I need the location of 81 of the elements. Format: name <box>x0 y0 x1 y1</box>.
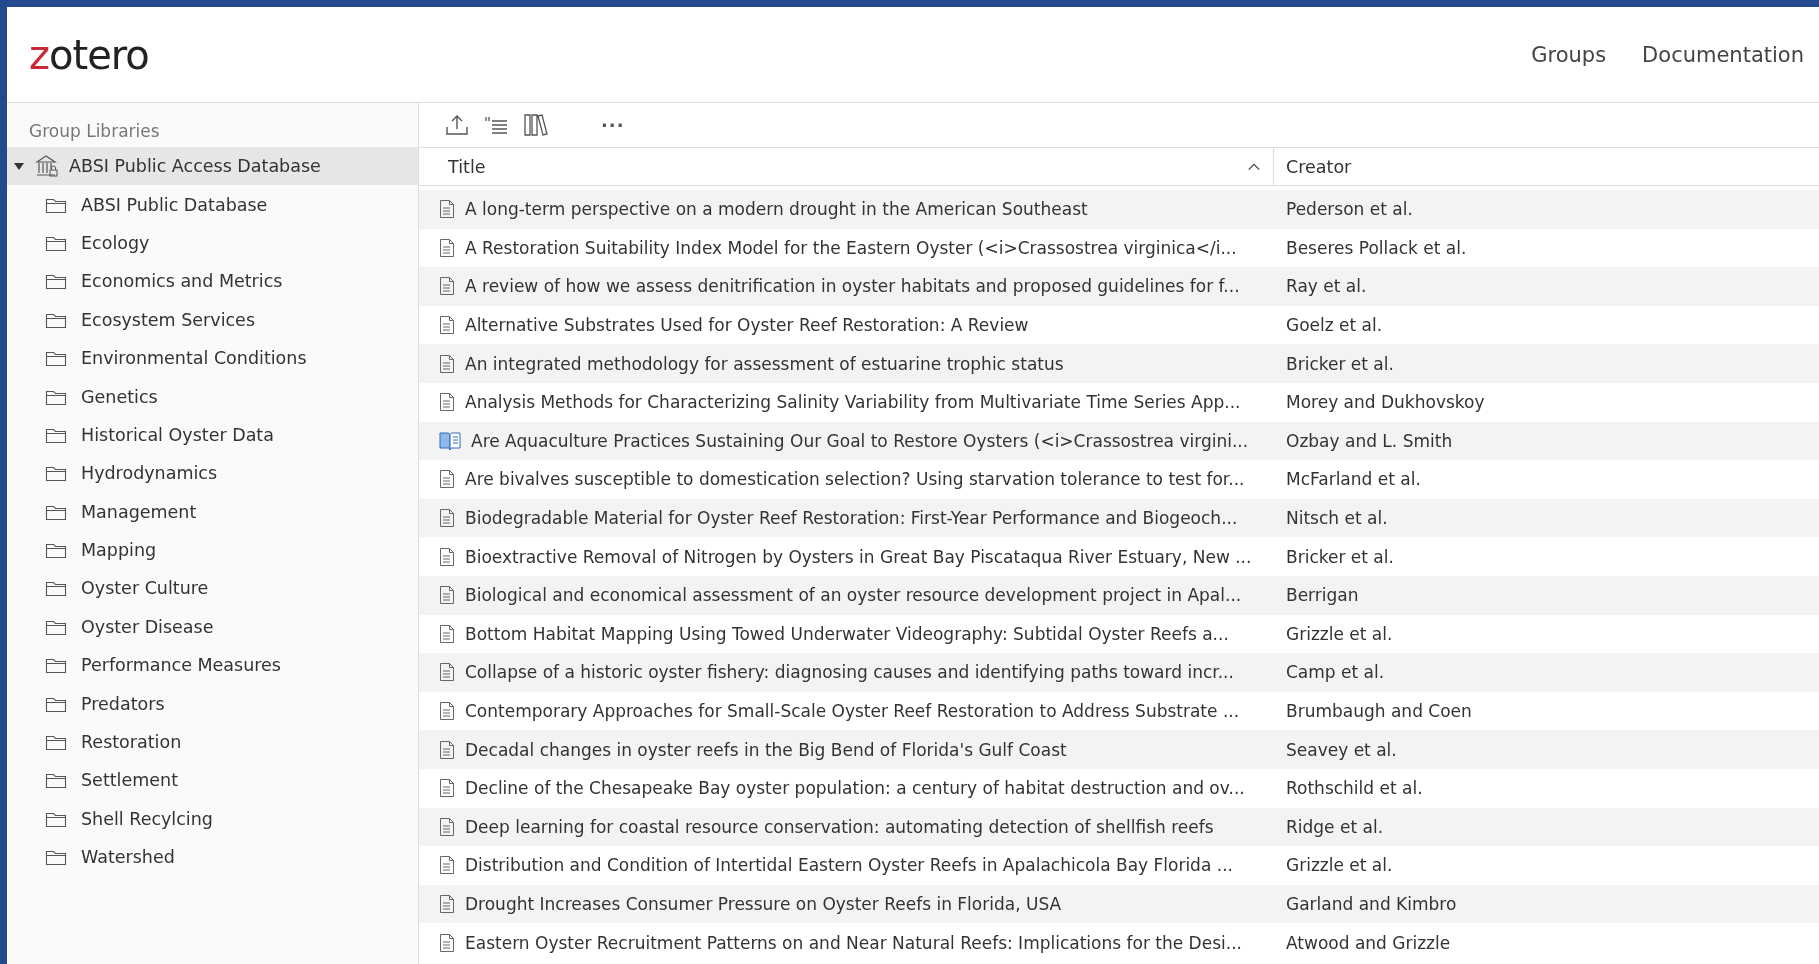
title-cell: Analysis Methods for Characterizing Salinity Variability from Multivariate Time Series App... <box>465 392 1241 413</box>
creator-cell-text: Brumbaugh and Coen <box>1285 701 1473 721</box>
collection-item[interactable]: Oyster Culture <box>7 569 418 608</box>
creator-cell-text: Garland and Kimbro <box>1285 894 1458 914</box>
library-item[interactable]: ABSI Public Access Database <box>7 147 418 186</box>
library-books-icon[interactable] <box>523 113 549 137</box>
collection-item[interactable]: Economics and Metrics <box>7 262 418 301</box>
collection-item[interactable]: Historical Oyster Data <box>7 415 418 455</box>
title-cell: An integrated methodology for assessment of estuarine trophic status <box>465 353 1064 374</box>
creator-cell-text: Berrigan <box>1285 585 1360 606</box>
title-cell: Distribution and Condition of Intertidal Eastern Oyster Reefs in Apalachicola Bay Florida ... <box>465 855 1233 876</box>
more-button[interactable]: ··· <box>601 114 625 136</box>
collection-item[interactable]: Shell Recylcing <box>7 799 418 839</box>
folder-icon <box>45 272 67 291</box>
collection-item[interactable]: Restoration <box>7 722 418 762</box>
collection-item[interactable]: Watershed <box>7 838 418 877</box>
nav-link[interactable]: Documentation <box>1642 42 1804 67</box>
creator-cell-text: Bricker et al. <box>1285 546 1395 567</box>
title-cell: A long-term perspective on a modern drought in the American Southeast <box>465 199 1088 220</box>
creator-cell-text: Goelz et al. <box>1285 315 1384 336</box>
folder-icon <box>45 349 67 368</box>
column-header[interactable]: Creator <box>1274 148 1819 185</box>
collection-item[interactable]: Genetics <box>7 377 418 416</box>
collection-item[interactable]: Mapping <box>7 530 418 570</box>
export-icon[interactable] <box>445 114 469 136</box>
creator-cell-text: Bricker et al. <box>1285 353 1395 374</box>
creator-cell-text: Ozbay and L. Smith <box>1285 430 1454 451</box>
folder-icon <box>45 771 67 790</box>
zotero-logo[interactable]: zotero <box>29 31 149 78</box>
title-cell: Deep learning for coastal resource conservation: automating detection of shellfish reefs <box>465 816 1214 837</box>
title-cell: Alternative Substrates Used for Oyster Reef Restoration: A Review <box>465 315 1029 336</box>
title-cell: Biological and economical assessment of an oyster resource development project in Apal... <box>465 585 1242 606</box>
creator-cell-text: Nitsch et al. <box>1285 508 1389 529</box>
title-cell: Are Aquaculture Practices Sustaining Our Goal to Restore Oysters (<i>Crassostrea virgini... <box>471 430 1249 451</box>
section-heading: Group Libraries <box>28 120 161 143</box>
folder-icon <box>45 579 67 598</box>
column-header[interactable]: Title <box>419 148 1274 185</box>
creator-cell-text: Seavey et al. <box>1285 739 1398 760</box>
title-cell: A review of how we assess denitrification in oyster habitats and proposed guidelines for f... <box>465 276 1240 297</box>
title-cell: Eastern Oyster Recruitment Patterns on and Near Natural Reefs: Implications for the Desi... <box>465 932 1242 953</box>
creator-cell-text: McFarland et al. <box>1285 469 1422 490</box>
collection-item[interactable]: Ecosystem Services <box>7 300 418 339</box>
collection-item[interactable]: Ecology <box>7 223 418 263</box>
creator-cell-text: Ray et al. <box>1285 276 1368 297</box>
creator-cell-text: Atwood and Grizzle <box>1285 932 1452 953</box>
creator-cell-text: Camp et al. <box>1285 662 1386 683</box>
creator-cell-text: Rothschild et al. <box>1285 778 1424 799</box>
title-cell: Collapse of a historic oyster fishery: diagnosing causes and identifying paths toward incr... <box>465 662 1234 683</box>
title-cell: Are bivalves susceptible to domestication selection? Using starvation tolerance to test for... <box>465 469 1245 490</box>
creator-cell-text: Grizzle et al. <box>1285 623 1394 644</box>
collection-item[interactable]: ABSI Public Database <box>7 185 418 224</box>
collection-item[interactable]: Management <box>7 492 418 531</box>
creator-cell-text: Morey and Dukhovskoy <box>1285 392 1486 413</box>
title-cell: Contemporary Approaches for Small-Scale Oyster Reef Restoration to Address Substrate ... <box>465 701 1240 721</box>
title-cell: Bioextractive Removal of Nitrogen by Oysters in Great Bay Piscataqua River Estuary, New ... <box>465 546 1252 567</box>
collection-item[interactable]: Settlement <box>7 761 418 800</box>
folder-icon <box>45 733 67 752</box>
collection-item[interactable]: Hydrodynamics <box>7 454 418 493</box>
title-cell: A Restoration Suitability Index Model for the Eastern Oyster (<i>Crassostrea virginica</i... <box>465 237 1237 258</box>
folder-icon <box>45 541 67 560</box>
folder-icon <box>45 464 67 483</box>
title-cell: Biodegradable Material for Oyster Reef Restoration: First-Year Performance and Biogeoch... <box>465 508 1238 529</box>
title-cell: Decline of the Chesapeake Bay oyster population: a century of habitat destruction and ov... <box>465 778 1245 799</box>
collection-item[interactable]: Oyster Disease <box>7 607 418 647</box>
title-cell: Decadal changes in oyster reefs in the Big Bend of Florida's Gulf Coast <box>465 739 1067 760</box>
creator-cell-text: Grizzle et al. <box>1285 855 1394 876</box>
collection-item[interactable]: Predators <box>7 684 418 723</box>
creator-cell-text: Beseres Pollack et al. <box>1285 237 1468 258</box>
citation-icon[interactable] <box>483 114 509 136</box>
folder-icon <box>45 656 67 675</box>
title-cell: Bottom Habitat Mapping Using Towed Underwater Videography: Subtidal Oyster Reefs a... <box>465 623 1229 644</box>
building-icon <box>35 154 59 179</box>
collection-item[interactable]: Environmental Conditions <box>7 338 418 378</box>
title-cell: Drought Increases Consumer Pressure on Oyster Reefs in Florida, USA <box>465 894 1062 914</box>
expanded-triangle-icon[interactable] <box>13 161 25 172</box>
nav-link[interactable]: Groups <box>1531 42 1607 67</box>
collection-item[interactable]: Performance Measures <box>7 646 418 685</box>
sort-ascending-icon <box>1247 161 1261 172</box>
creator-cell-text: Ridge et al. <box>1285 816 1385 837</box>
creator-cell-text: Pederson et al. <box>1285 199 1414 220</box>
folder-icon <box>45 848 67 867</box>
